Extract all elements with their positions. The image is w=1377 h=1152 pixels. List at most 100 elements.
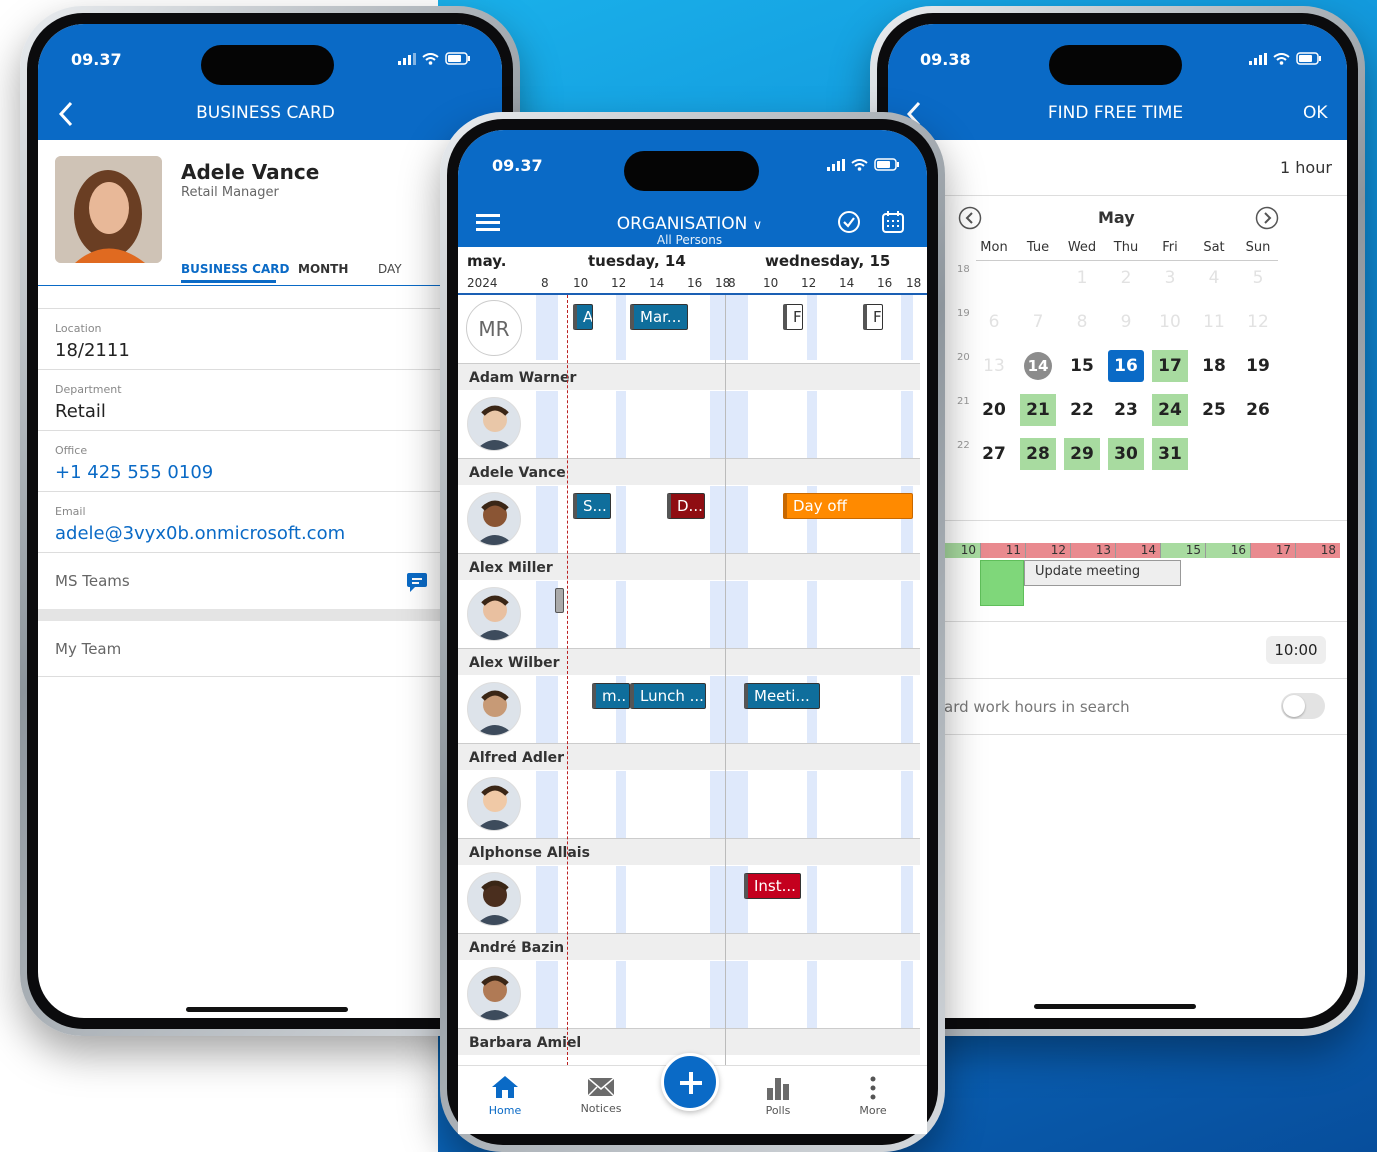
- event-block[interactable]: Lunch ...: [630, 683, 706, 709]
- weekday-label: Sun: [1245, 240, 1271, 255]
- add-button[interactable]: [661, 1053, 719, 1111]
- calendar-day[interactable]: 2: [1108, 262, 1144, 294]
- prev-month-icon[interactable]: [958, 206, 982, 230]
- person-avatar[interactable]: [467, 967, 521, 1021]
- day-label-1: tuesday, 14: [588, 252, 686, 270]
- calendar-day[interactable]: 17: [1152, 350, 1188, 382]
- calendar-day[interactable]: 15: [1064, 350, 1100, 382]
- timeline-hour: 16: [1205, 543, 1250, 558]
- event-block[interactable]: Meeti...: [744, 683, 820, 709]
- next-month-icon[interactable]: [1255, 206, 1279, 230]
- toggle-knob: [1283, 695, 1305, 717]
- person-avatar[interactable]: [467, 872, 521, 926]
- person-avatar[interactable]: [467, 397, 521, 451]
- event-block[interactable]: Inst...: [744, 873, 801, 899]
- calendar-day[interactable]: 25: [1196, 394, 1232, 426]
- calendar-day[interactable]: 5: [1240, 262, 1276, 294]
- duration-row[interactable]: tion 1 hour: [888, 140, 1347, 196]
- person-avatar[interactable]: [467, 492, 521, 546]
- field-email: Email adele@3vyx0b.onmicrosoft.com: [38, 493, 502, 553]
- calendar-day[interactable]: 22: [1064, 394, 1100, 426]
- person-avatar[interactable]: [467, 777, 521, 831]
- hour-label: 14: [649, 276, 665, 290]
- tab-day[interactable]: DAY: [378, 262, 402, 276]
- selected-slot[interactable]: [980, 560, 1024, 606]
- workhours-toggle[interactable]: [1281, 693, 1325, 719]
- person-avatar[interactable]: [467, 587, 521, 641]
- calendar-day[interactable]: 16: [1108, 350, 1144, 382]
- calendar-icon[interactable]: [881, 210, 905, 234]
- calendar-day[interactable]: 7: [1020, 306, 1056, 338]
- event-handle[interactable]: [555, 588, 564, 613]
- calendar-day[interactable]: 28: [1020, 438, 1056, 470]
- offhours-stripe: [710, 486, 748, 553]
- calendar-day[interactable]: 4: [1196, 262, 1232, 294]
- my-team-row[interactable]: My Team: [38, 621, 502, 677]
- calendar-day[interactable]: 11: [1196, 306, 1232, 338]
- event-block[interactable]: A: [573, 304, 593, 330]
- event-block[interactable]: S...: [573, 493, 611, 519]
- event-block[interactable]: D...: [667, 493, 705, 519]
- person-row-header: Adam Warner: [458, 363, 920, 390]
- event-block[interactable]: m..: [592, 683, 630, 709]
- calendar-day[interactable]: 23: [1108, 394, 1144, 426]
- tab-business-card[interactable]: BUSINESS CARD: [181, 262, 289, 276]
- signal-icon: [398, 52, 416, 65]
- my-avatar[interactable]: MR: [466, 300, 522, 356]
- now-line: [567, 295, 568, 1065]
- calendar-day[interactable]: 19: [1240, 350, 1276, 382]
- availability-timeline: 10 11 12 13 14 15 16 17 18: [888, 543, 1347, 558]
- offhours-stripe: [807, 771, 817, 838]
- calendar-day[interactable]: 21: [1020, 394, 1056, 426]
- offhours-stripe: [616, 295, 626, 360]
- person-row-header: André Bazin: [458, 933, 920, 960]
- person-row-header: Alphonse Allais: [458, 838, 920, 865]
- calendar-day[interactable]: 8: [1064, 306, 1100, 338]
- calendar-day[interactable]: 31: [1152, 438, 1188, 470]
- dynamic-island: [1049, 45, 1182, 85]
- nav-polls[interactable]: Polls: [758, 1076, 798, 1117]
- calendar-day[interactable]: 26: [1240, 394, 1276, 426]
- event-block[interactable]: Mar...: [630, 304, 688, 330]
- calendar-day[interactable]: 20: [976, 394, 1012, 426]
- calendar-day[interactable]: 3: [1152, 262, 1188, 294]
- calendar-day[interactable]: 10: [1152, 306, 1188, 338]
- calendar-day[interactable]: 14: [1024, 352, 1052, 380]
- calendar-day[interactable]: 12: [1240, 306, 1276, 338]
- event-block[interactable]: F: [863, 304, 883, 330]
- timeline-hour: 18: [1295, 543, 1340, 558]
- nav-home[interactable]: Home: [486, 1074, 524, 1117]
- nav-label: More: [859, 1104, 887, 1117]
- calendar-day[interactable]: 29: [1064, 438, 1100, 470]
- profile-name: Adele Vance: [181, 160, 320, 184]
- calendar-day[interactable]: 1: [1064, 262, 1100, 294]
- hour-label: 10: [573, 276, 589, 290]
- profile-photo: [55, 156, 162, 263]
- office-phone-link[interactable]: +1 425 555 0109: [55, 462, 213, 483]
- event-block[interactable]: F: [783, 304, 803, 330]
- tab-month[interactable]: MONTH: [298, 262, 348, 276]
- calendar-day[interactable]: 18: [1196, 350, 1232, 382]
- calendar-day[interactable]: 30: [1108, 438, 1144, 470]
- nav-notices[interactable]: Notices: [574, 1076, 628, 1115]
- ok-button[interactable]: OK: [1303, 103, 1328, 123]
- calendar-day[interactable]: 27: [976, 438, 1012, 470]
- section-separator: [38, 609, 502, 621]
- calendar-month: May: [1098, 208, 1135, 227]
- week-number: 20: [957, 352, 970, 363]
- timeline-hour: 17: [1250, 543, 1295, 558]
- offhours-stripe: [901, 771, 913, 838]
- person-row-header: Barbara Amiel: [458, 1028, 920, 1055]
- email-link[interactable]: adele@3vyx0b.onmicrosoft.com: [55, 523, 345, 544]
- person-avatar[interactable]: [467, 682, 521, 736]
- ms-teams-row[interactable]: MS Teams: [38, 554, 502, 609]
- event-block[interactable]: Day off: [783, 493, 913, 519]
- calendar-day[interactable]: 13: [976, 350, 1012, 382]
- calendar-day[interactable]: 9: [1108, 306, 1144, 338]
- nav-more[interactable]: More: [853, 1076, 893, 1117]
- calendar-day[interactable]: 6: [976, 306, 1012, 338]
- start-time-picker[interactable]: 10:00: [1266, 636, 1326, 664]
- chat-icon[interactable]: [406, 571, 428, 593]
- checkmark-circle-icon[interactable]: [837, 210, 861, 234]
- calendar-day[interactable]: 24: [1152, 394, 1188, 426]
